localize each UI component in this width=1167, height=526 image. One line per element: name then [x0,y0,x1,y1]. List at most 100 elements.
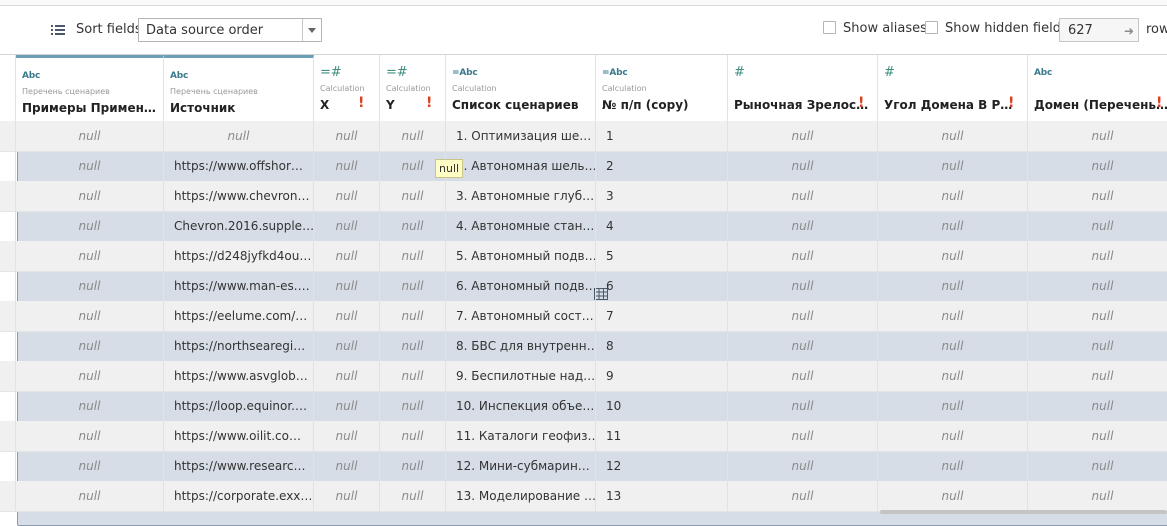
table-cell[interactable]: null [728,361,878,391]
table-cell[interactable]: null [380,301,446,331]
table-cell[interactable]: null [728,151,878,181]
table-cell[interactable]: null [380,121,446,151]
table-cell[interactable]: null [1028,121,1167,151]
table-cell[interactable]: 12. Мини-субмарин… [446,451,596,481]
number-type-icon[interactable]: =# [320,65,342,80]
table-cell[interactable]: null [380,481,446,511]
table-cell[interactable]: null [728,391,878,421]
column-name[interactable]: Рыночная Зрелос… [734,98,872,112]
table-cell[interactable]: null [1028,481,1167,511]
table-cell[interactable]: null [16,151,164,181]
column-name[interactable]: Примеры Примен… [22,101,158,115]
column-header[interactable]: =# Calculation Y! [380,55,446,121]
table-cell[interactable]: null [16,481,164,511]
warning-icon[interactable]: ! [1156,95,1162,111]
column-header[interactable]: Abc Домен (Перечень…! [1028,55,1167,121]
table-cell[interactable]: null [878,181,1028,211]
table-cell[interactable]: null [314,421,380,451]
table-cell[interactable]: null [1028,301,1167,331]
column-header[interactable]: =Abc Calculation № п/п (copy) [596,55,728,121]
table-cell[interactable]: null [380,211,446,241]
column-name[interactable]: Домен (Перечень… [1034,98,1167,112]
table-cell[interactable]: null [380,421,446,451]
table-cell[interactable]: null [1028,421,1167,451]
table-cell[interactable]: https://www.man-es.… [164,271,314,301]
table-cell[interactable]: 1. Оптимизация ше… [446,121,596,151]
table-cell[interactable]: https://eelume.com/… [164,301,314,331]
table-cell[interactable]: null [1028,241,1167,271]
table-cell[interactable]: null [878,151,1028,181]
sort-fields-dropdown[interactable]: Data source order [138,18,322,42]
table-cell[interactable]: 8 [596,331,728,361]
table-cell[interactable]: null [16,271,164,301]
arrow-right-icon[interactable]: ➜ [1124,24,1134,38]
table-cell[interactable]: null [728,121,878,151]
table-cell[interactable]: null [380,451,446,481]
table-cell[interactable]: null [16,241,164,271]
table-cell[interactable]: null [16,361,164,391]
number-type-icon[interactable]: =# [386,65,408,80]
table-cell[interactable]: 13. Моделирование … [446,481,596,511]
table-cell[interactable]: null [314,361,380,391]
table-cell[interactable]: null [728,181,878,211]
table-cell[interactable]: null [878,211,1028,241]
table-cell[interactable]: 4 [596,211,728,241]
table-cell[interactable]: https://d248jyfkd4ou… [164,241,314,271]
warning-icon[interactable]: ! [1008,95,1014,111]
column-name[interactable]: № п/п (copy) [602,98,722,112]
table-cell[interactable]: null [878,121,1028,151]
table-cell[interactable]: null [728,301,878,331]
table-cell[interactable]: null [1028,181,1167,211]
table-cell[interactable]: null [314,301,380,331]
table-cell[interactable]: null [1028,271,1167,301]
table-cell[interactable]: null [878,361,1028,391]
table-cell[interactable]: https://www.oilit.co… [164,421,314,451]
table-cell[interactable]: null [314,211,380,241]
column-header[interactable]: # Рыночная Зрелос…! [728,55,878,121]
table-cell[interactable]: 5. Автономный подв… [446,241,596,271]
table-cell[interactable]: null [314,271,380,301]
show-hidden-fields-label[interactable]: Show hidden fields [945,21,1068,36]
column-name[interactable]: Список сценариев [452,98,590,112]
show-aliases-checkbox[interactable] [823,21,836,34]
table-cell[interactable]: 9. Беспилотные над… [446,361,596,391]
column-header[interactable]: Abc Перечень сценариев Источник [164,55,314,121]
list-view-icon[interactable] [45,18,71,42]
warning-icon[interactable]: ! [358,95,364,111]
string-type-icon[interactable]: =Abc [602,68,628,78]
table-cell[interactable]: null [1028,331,1167,361]
table-cell[interactable]: null [1028,211,1167,241]
table-cell[interactable]: 12 [596,451,728,481]
table-cell[interactable]: https://loop.equinor.… [164,391,314,421]
table-cell[interactable]: null [16,391,164,421]
table-cell[interactable]: https://www.researc… [164,451,314,481]
table-cell[interactable]: 7. Автономный сост… [446,301,596,331]
table-cell[interactable]: 3 [596,181,728,211]
table-cell[interactable]: null [878,421,1028,451]
table-cell[interactable]: https://northsearegi… [164,331,314,361]
table-cell[interactable]: null [380,241,446,271]
table-cell[interactable]: null [16,301,164,331]
show-hidden-fields-checkbox[interactable] [925,21,938,34]
table-cell[interactable]: 1 [596,121,728,151]
number-type-icon[interactable]: # [734,65,745,80]
table-cell[interactable]: 13 [596,481,728,511]
string-type-icon[interactable]: Abc [22,71,40,81]
table-cell[interactable]: 11. Каталоги геофиз… [446,421,596,451]
table-cell[interactable]: null [728,421,878,451]
table-cell[interactable]: null [314,241,380,271]
table-cell[interactable]: 7 [596,301,728,331]
table-cell[interactable]: null [380,391,446,421]
column-header[interactable]: =# Calculation X! [314,55,380,121]
column-header[interactable]: # Угол Домена В Р…! [878,55,1028,121]
table-cell[interactable]: null [878,481,1028,511]
table-cell[interactable]: 11 [596,421,728,451]
table-cell[interactable]: null [16,121,164,151]
table-cell[interactable]: 3. Автономные глуб… [446,181,596,211]
table-cell[interactable]: null [728,481,878,511]
table-cell[interactable]: null [16,451,164,481]
table-cell[interactable]: null [728,451,878,481]
table-cell[interactable]: null [728,271,878,301]
table-cell[interactable]: null [728,241,878,271]
horizontal-scrollbar[interactable] [880,510,1167,514]
